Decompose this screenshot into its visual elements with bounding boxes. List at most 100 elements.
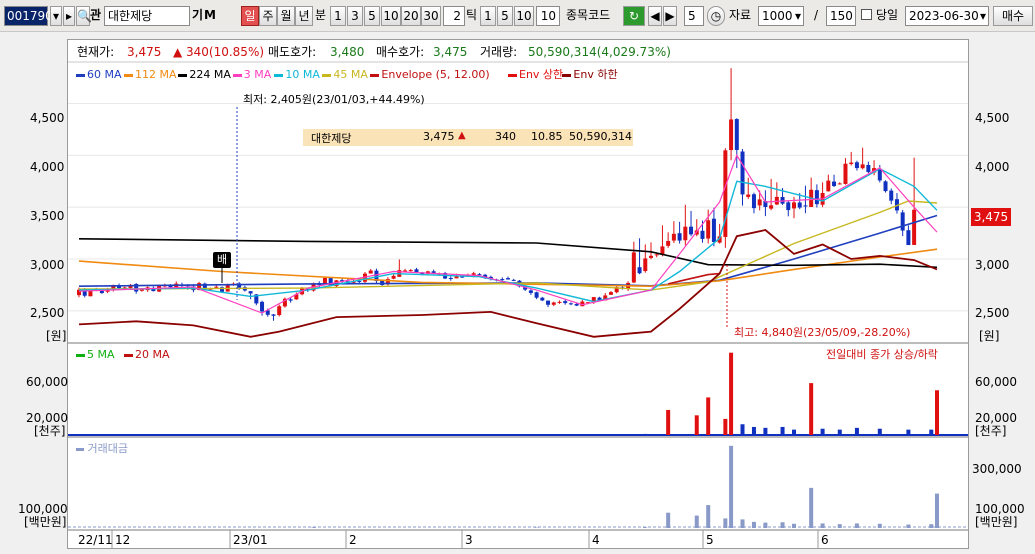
volume-bar — [935, 390, 939, 435]
price-unit-right: [원] — [979, 329, 1000, 343]
volume-legend: 5 MA 20 MA — [76, 348, 276, 362]
legend-item[interactable]: 112 MA — [124, 68, 177, 82]
volume-bar — [723, 418, 728, 435]
legend-item[interactable]: Env 상한 — [508, 68, 563, 82]
quote-change: 340 — [495, 130, 516, 143]
volume-tick-right: 60,000 — [975, 375, 1017, 389]
volume-legend-item[interactable]: 20 MA — [124, 348, 170, 362]
legend-item[interactable]: 60 MA — [76, 68, 122, 82]
candle-body — [832, 181, 837, 187]
signal-badge[interactable]: 배 — [213, 252, 231, 268]
candle-body — [912, 209, 917, 245]
candle-body — [666, 240, 671, 246]
candle-body — [563, 301, 568, 304]
candle-body — [551, 302, 556, 305]
legend-label: Env 상한 — [519, 68, 564, 81]
candle-body — [757, 199, 762, 206]
volume-legend-item[interactable]: 5 MA — [76, 348, 115, 362]
legend-label: 3 MA — [243, 68, 272, 81]
candle-body — [511, 279, 516, 281]
candle-body — [557, 301, 562, 303]
candle-body — [568, 303, 573, 305]
legend-label: 5 MA — [87, 348, 115, 361]
amount-bar — [729, 445, 734, 528]
price-tick-left: 2,500 — [30, 306, 65, 320]
ma-line — [78, 153, 938, 314]
volume-bar — [809, 383, 814, 435]
x-axis-label: 3 — [465, 533, 473, 547]
amount-bar — [780, 522, 785, 528]
candle-body — [860, 164, 865, 169]
candle-body — [654, 254, 659, 256]
volume-unit-left: [천주] — [34, 424, 66, 438]
amount-bar — [877, 523, 882, 528]
legend-swatch — [124, 73, 133, 77]
quote-name: 대한제당 — [311, 132, 352, 145]
candle-body — [751, 194, 756, 209]
volume-bar — [643, 433, 648, 435]
volume-bar — [534, 434, 539, 435]
candle-body — [454, 276, 459, 279]
volume-bar — [837, 429, 842, 435]
candle-body — [729, 119, 734, 151]
current-price-tag: 3,475 — [971, 208, 1011, 226]
amount-bar — [311, 527, 316, 528]
legend-item[interactable]: 45 MA — [322, 68, 368, 82]
candle-body — [740, 151, 745, 195]
legend-swatch — [76, 353, 85, 357]
candle-body — [797, 202, 802, 208]
legend-swatch — [322, 73, 332, 77]
price-tick-left: 3,000 — [30, 258, 65, 272]
candle-body — [900, 212, 905, 231]
candle-body — [643, 258, 648, 272]
candle-body — [608, 292, 613, 295]
amount-bar — [906, 524, 911, 528]
legend-item[interactable]: 10 MA — [274, 68, 320, 82]
candle-body — [631, 252, 636, 283]
amount-tick-right: 300,000 — [972, 462, 1022, 476]
amount-bar — [929, 524, 934, 528]
candle-body — [214, 286, 219, 288]
legend-item[interactable]: Env 하한 — [562, 68, 618, 82]
candle-body — [368, 270, 373, 274]
legend-item[interactable]: 224 MA — [178, 68, 231, 82]
quote-rate: 10.85 — [531, 130, 563, 143]
candle-body — [786, 202, 791, 211]
volume-bar — [729, 352, 734, 435]
candle-body — [689, 226, 694, 235]
amount-legend-label: 거래대금 — [87, 442, 128, 455]
volume-bar — [740, 424, 745, 435]
candle-body — [780, 197, 785, 204]
stock-chart[interactable] — [0, 0, 1035, 554]
x-axis-label: 5 — [706, 533, 714, 547]
volume-bar — [820, 428, 825, 435]
x-axis-label: 2 — [349, 533, 357, 547]
legend-item[interactable]: Envelope (5, 12.00) — [370, 68, 490, 82]
legend-swatch — [232, 73, 242, 77]
ma-line — [78, 238, 938, 269]
amount-bar — [723, 518, 728, 528]
high-annotation: 최고: 4,840원(23/05/09,-28.20%) — [734, 326, 911, 339]
amount-bar — [763, 522, 768, 528]
amount-bar — [935, 493, 939, 528]
candle-body — [414, 269, 419, 273]
price-tick-right: 3,000 — [975, 258, 1010, 272]
price-tick-right: 4,500 — [975, 111, 1010, 125]
volume-bar — [792, 429, 796, 435]
price-tick-left: 4,000 — [30, 160, 65, 174]
up-triangle-icon: ▲ — [458, 130, 466, 141]
candle-body — [843, 163, 848, 184]
amount-unit-right: [백만원] — [975, 515, 1018, 529]
candle-body — [769, 205, 774, 209]
candle-body — [849, 162, 854, 165]
candle-body — [649, 255, 653, 258]
candle-body — [792, 202, 796, 209]
candle-body — [277, 306, 282, 316]
x-axis-label: 22/11 — [78, 533, 113, 547]
amount-tick-left: 100,000 — [18, 502, 68, 516]
candle-body — [677, 233, 682, 241]
amount-bar — [666, 512, 671, 528]
indicator-legend[interactable]: 60 MA 112 MA 224 MA 3 MA 10 MA 45 MA Envelope … — [76, 68, 776, 82]
volume-tick-right: 20,000 — [975, 411, 1017, 425]
legend-item[interactable]: 3 MA — [232, 68, 272, 82]
